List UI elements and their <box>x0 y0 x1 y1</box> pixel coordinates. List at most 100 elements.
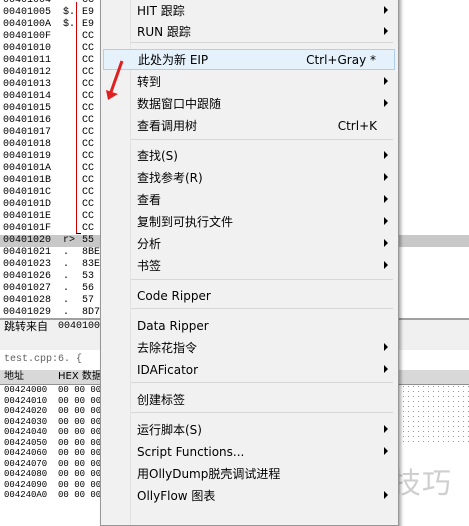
menu-item[interactable]: 书签 <box>103 256 395 277</box>
disasm-addr: 0040101B <box>3 175 52 186</box>
disasm-code: CC <box>82 31 95 42</box>
dump-address: 00424070 <box>4 458 48 469</box>
disasm-addr: 00401028 <box>3 295 52 306</box>
menu-item[interactable]: 去除花指令 <box>103 338 395 359</box>
submenu-arrow-icon <box>384 491 388 499</box>
disasm-code: CC <box>82 91 95 102</box>
menu-item-label: 查找(S) <box>137 149 178 163</box>
menu-item[interactable]: 用OllyDump脱壳调试进程 <box>103 464 395 485</box>
dump-address: 00424000 <box>4 385 48 395</box>
dump-address: 00424080 <box>4 469 48 479</box>
disasm-code: 8BE <box>82 247 101 258</box>
menu-item-label: 查找参考(R) <box>137 171 203 185</box>
menu-item-label: 分析 <box>137 237 162 251</box>
dump-col-address[interactable]: 地址 <box>4 370 24 384</box>
disasm-flag: . <box>63 247 70 258</box>
submenu-arrow-icon <box>384 447 388 455</box>
disasm-code: CC <box>82 151 95 162</box>
menu-separator <box>131 412 393 413</box>
menu-item[interactable]: 分析 <box>103 234 395 255</box>
disasm-addr: 0040101A <box>3 163 52 174</box>
menu-item[interactable]: 此处为新 EIP Ctrl+Gray * <box>103 49 395 70</box>
menu-item[interactable]: 复制到可执行文件 <box>103 212 395 233</box>
disasm-flag: . <box>63 295 70 306</box>
dump-address: 00424020 <box>4 406 48 416</box>
disasm-code: CC <box>82 163 95 174</box>
dump-address: 00424030 <box>4 416 48 427</box>
menu-item-shortcut: Ctrl+Gray * <box>306 53 376 67</box>
submenu-arrow-icon <box>384 217 388 225</box>
dump-col-hex[interactable]: HEX 数据 <box>58 370 102 384</box>
submenu-arrow-icon <box>384 425 388 433</box>
menu-item[interactable]: OllyFlow 图表 <box>103 486 395 507</box>
disasm-addr: 00401027 <box>3 283 52 294</box>
submenu-arrow-icon <box>384 6 388 14</box>
menu-item-label: 运行脚本(S) <box>137 423 202 437</box>
menu-item-label: Code Ripper <box>137 289 211 303</box>
menu-item-label: 查看 <box>137 193 162 207</box>
disasm-code: 55 <box>82 235 95 246</box>
context-menu: HIT 跟踪 RUN 跟踪 此处为新 EIP Ctrl+Gray * 转到数据窗口中跟随… <box>100 0 399 526</box>
submenu-arrow-icon <box>384 195 388 203</box>
disasm-addr: 0040101D <box>3 199 52 210</box>
disasm-addr: 00401023 <box>3 259 52 270</box>
disasm-code: E9 <box>82 7 95 18</box>
submenu-arrow-icon <box>384 151 388 159</box>
menu-item-label: 数据窗口中跟随 <box>137 97 222 111</box>
menu-item[interactable]: IDAFicator <box>103 360 395 381</box>
dump-hex: 00 00 00 <box>58 406 102 416</box>
disasm-flag: r> <box>63 235 76 246</box>
disasm-code: E9 <box>82 19 95 30</box>
disasm-code: CC <box>82 139 95 150</box>
disasm-addr: 00401016 <box>3 115 52 126</box>
jump-from-address: 0040100 <box>58 321 101 332</box>
menu-item[interactable]: 查找参考(R) <box>103 168 395 189</box>
dump-address: 00424010 <box>4 395 48 406</box>
disasm-addr: 00401026 <box>3 271 52 282</box>
disasm-code: CC <box>82 199 95 210</box>
dump-hex: 00 00 00 <box>58 427 102 437</box>
disasm-code: CC <box>82 115 95 126</box>
disasm-addr: 00401010 <box>3 43 52 54</box>
menu-item[interactable]: 转到 <box>103 72 395 93</box>
menu-item[interactable]: RUN 跟踪 <box>103 22 395 43</box>
menu-item[interactable]: Script Functions... <box>103 442 395 463</box>
menu-item-label: Data Ripper <box>137 319 209 333</box>
menu-item[interactable]: 创建标签 <box>103 390 395 411</box>
menu-item-label: 转到 <box>137 75 162 89</box>
menu-item-label: IDAFicator <box>137 363 199 377</box>
dump-hex: 00 00 00 <box>58 395 102 406</box>
dump-hex: 00 00 00 <box>58 437 102 448</box>
submenu-arrow-icon <box>384 261 388 269</box>
disasm-code: CC <box>82 55 95 66</box>
disasm-addr: 00401020 <box>3 235 52 246</box>
menu-item-label: 书签 <box>137 259 162 273</box>
menu-item[interactable]: 数据窗口中跟随 <box>103 94 395 115</box>
menu-item[interactable]: 查看 <box>103 190 395 211</box>
menu-item[interactable]: 查看调用树 Ctrl+K <box>103 116 395 137</box>
menu-item[interactable]: HIT 跟踪 <box>103 1 395 22</box>
menu-item[interactable]: 运行脚本(S) <box>103 420 395 441</box>
disasm-addr: 00401014 <box>3 91 52 102</box>
menu-item-label: 查看调用树 <box>137 119 198 133</box>
disasm-code: 53 <box>82 271 95 282</box>
menu-item[interactable]: Code Ripper <box>103 286 395 307</box>
disasm-addr: 0040101F <box>3 223 52 234</box>
disasm-addr: 0040100F <box>3 31 52 42</box>
submenu-arrow-icon <box>384 77 388 85</box>
dump-hex: 00 00 00 <box>58 490 102 500</box>
disasm-addr: 00401018 <box>3 139 52 150</box>
disasm-addr: 0040100A <box>3 19 52 30</box>
disasm-code: CC <box>82 79 95 90</box>
menu-item[interactable]: Data Ripper <box>103 316 395 337</box>
dump-address: 00424040 <box>4 427 48 437</box>
disasm-addr: 00401015 <box>3 103 52 114</box>
menu-separator <box>131 382 393 383</box>
dump-hex: 00 00 00 <box>58 416 102 427</box>
disasm-code: CC <box>82 43 95 54</box>
menu-separator <box>131 139 393 140</box>
menu-separator <box>131 279 393 280</box>
menu-item[interactable]: 查找(S) <box>103 146 395 167</box>
disasm-code: CC <box>82 211 95 222</box>
disasm-code: 83E <box>82 259 101 270</box>
